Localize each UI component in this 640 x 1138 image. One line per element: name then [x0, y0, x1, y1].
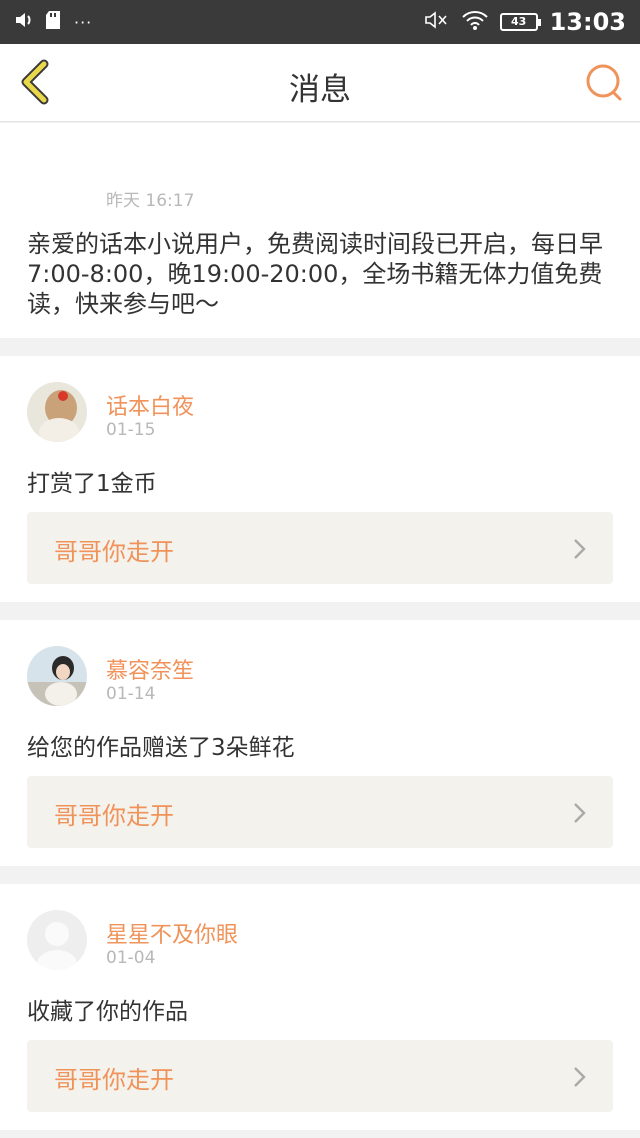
- message-action: 打赏了1金币: [27, 471, 157, 497]
- default-avatar-icon: [27, 910, 87, 970]
- reply-text: 哥哥你走开: [54, 802, 174, 830]
- message-date: 01-14: [106, 684, 156, 704]
- reply-item[interactable]: 哥哥你走开: [27, 1040, 613, 1112]
- more-notifications-icon: ···: [74, 12, 93, 32]
- avatar[interactable]: [27, 646, 87, 706]
- status-bar: ··· 43 13:03: [0, 0, 640, 44]
- clock: 13:03: [549, 8, 626, 36]
- battery-icon: 43: [499, 13, 541, 31]
- page-title: 消息: [289, 72, 351, 108]
- user-name[interactable]: 慕容奈笙: [106, 653, 194, 685]
- avatar[interactable]: [27, 910, 87, 970]
- system-message-card: 昨天 16:17 亲爱的话本小说用户，免费阅读时间段已开启，每日早7:00-8:…: [0, 123, 640, 338]
- user-name[interactable]: 话本白夜: [106, 389, 194, 421]
- message-date: 01-04: [106, 948, 156, 968]
- sd-card-icon: [46, 11, 60, 33]
- message-date: 01-15: [106, 420, 156, 440]
- system-message-time: 昨天 16:17: [106, 191, 195, 211]
- nav-bar: 消息: [0, 44, 640, 122]
- reply-item[interactable]: 哥哥你走开: [27, 512, 613, 584]
- search-button[interactable]: [584, 62, 626, 104]
- system-message-text: 亲爱的话本小说用户，免费阅读时间段已开启，每日早7:00-8:00，晚19:00…: [27, 230, 603, 318]
- message-card: 慕容奈笙 01-14 给您的作品赠送了3朵鲜花 哥哥你走开: [0, 620, 640, 866]
- reply-text: 哥哥你走开: [54, 538, 174, 566]
- mute-icon: [424, 9, 450, 35]
- message-card: 话本白夜 01-15 打赏了1金币 哥哥你走开: [0, 356, 640, 602]
- reply-text: 哥哥你走开: [54, 1066, 174, 1094]
- chevron-right-icon: [574, 803, 586, 823]
- chevron-right-icon: [574, 1067, 586, 1087]
- user-name[interactable]: 星星不及你眼: [106, 917, 238, 949]
- wifi-icon: [461, 9, 488, 35]
- volume-icon: [14, 10, 36, 34]
- avatar[interactable]: [27, 382, 87, 442]
- chevron-right-icon: [574, 539, 586, 559]
- search-icon: [586, 64, 622, 101]
- message-card: 星星不及你眼 01-04 收藏了你的作品 哥哥你走开: [0, 884, 640, 1130]
- message-action: 收藏了你的作品: [27, 999, 188, 1025]
- message-action: 给您的作品赠送了3朵鲜花: [27, 735, 295, 761]
- reply-item[interactable]: 哥哥你走开: [27, 776, 613, 848]
